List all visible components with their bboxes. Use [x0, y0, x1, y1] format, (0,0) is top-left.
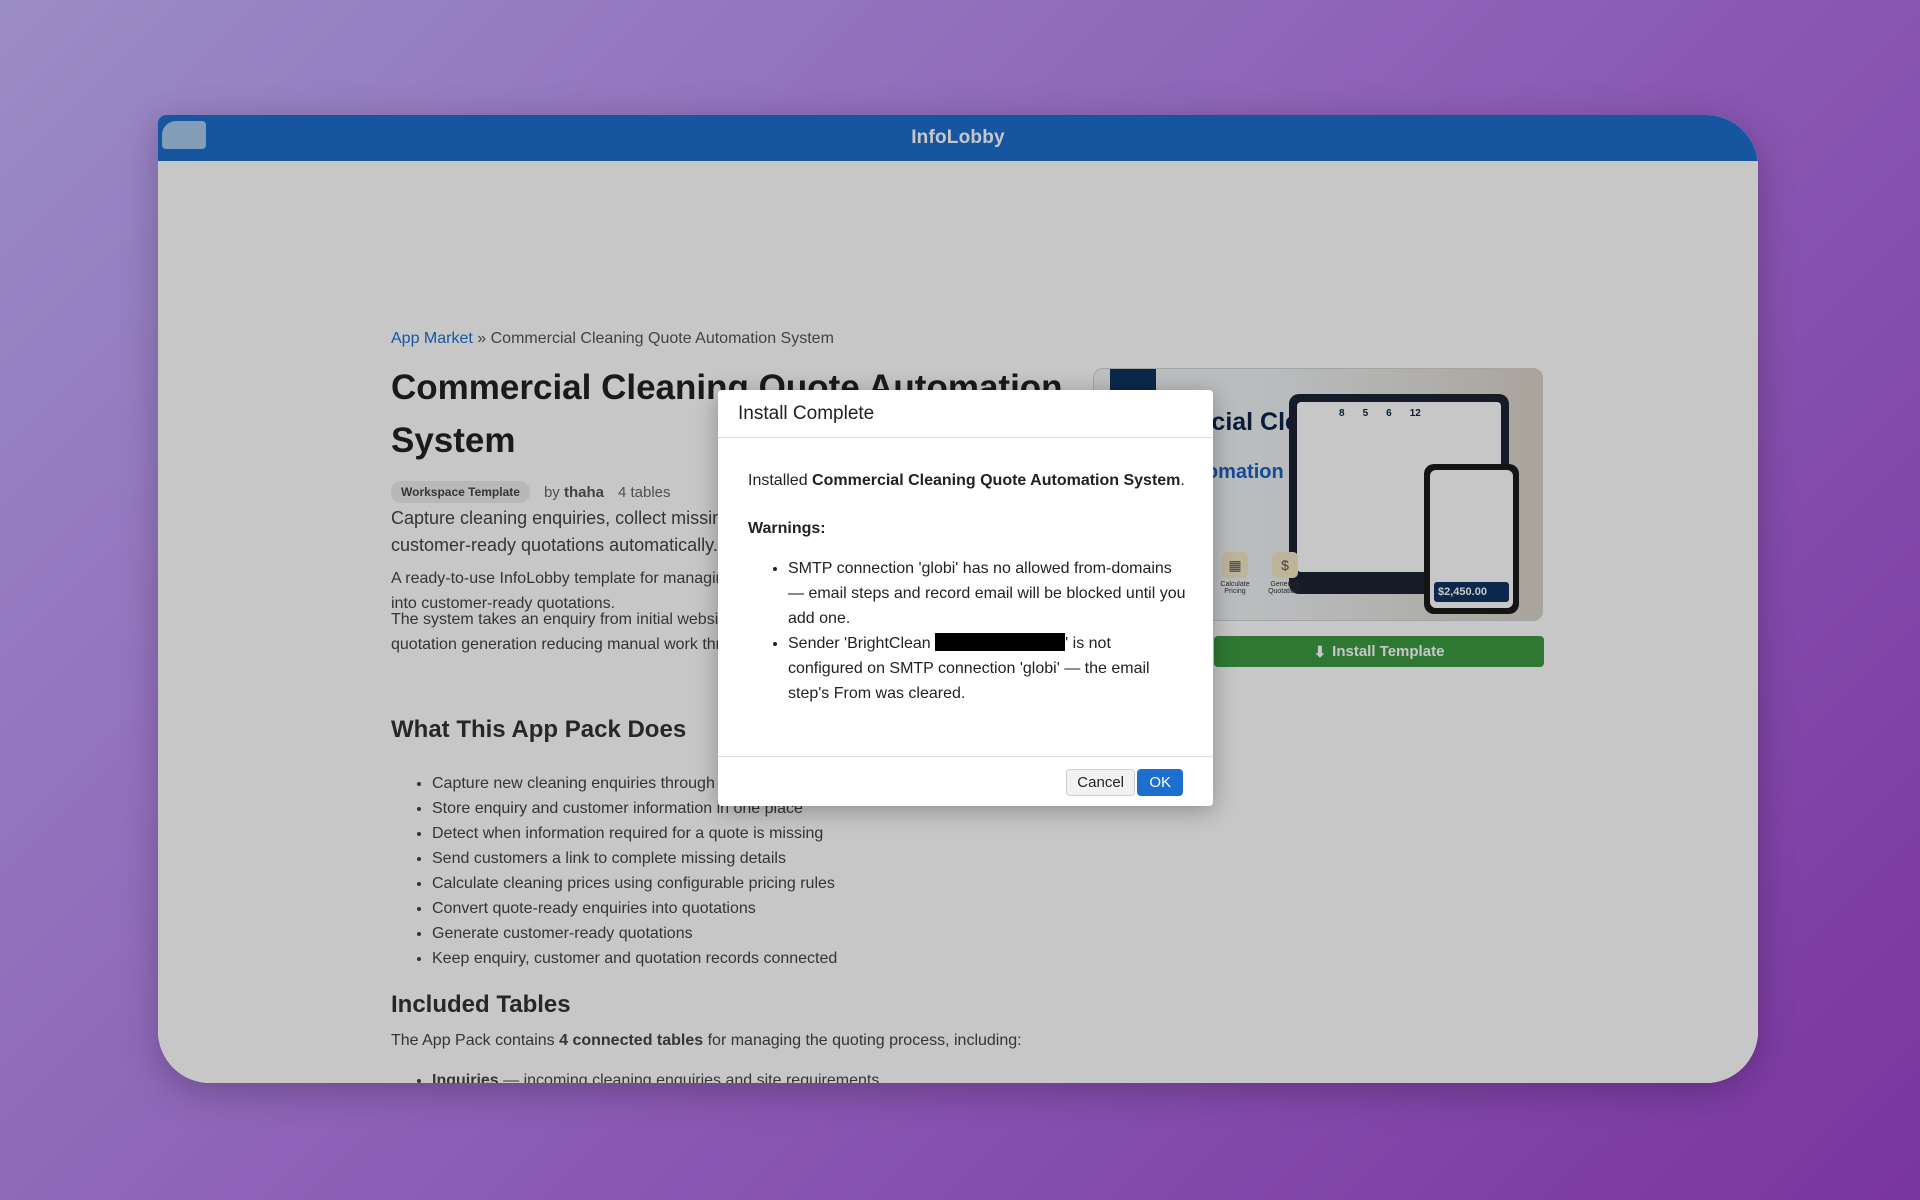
install-complete-dialog: Install Complete Installed Commercial Cl…: [718, 390, 1213, 806]
dialog-footer: Cancel OK: [718, 756, 1213, 806]
dialog-header: Install Complete: [718, 390, 1213, 438]
redacted-block: [935, 633, 1066, 651]
dialog-body: Installed Commercial Cleaning Quote Auto…: [748, 470, 1188, 706]
ok-button[interactable]: OK: [1137, 769, 1183, 796]
installed-prefix: Installed: [748, 472, 808, 489]
dialog-title: Install Complete: [738, 402, 875, 424]
installed-template-name: Commercial Cleaning Quote Automation Sys…: [812, 472, 1181, 489]
warning-item: SMTP connection 'globi' has no allowed f…: [788, 556, 1188, 631]
installed-suffix: .: [1180, 472, 1185, 489]
warnings-list: SMTP connection 'globi' has no allowed f…: [748, 556, 1188, 706]
warnings-heading: Warnings:: [748, 520, 826, 537]
warning-item: Sender 'BrightClean ' is not configured …: [788, 631, 1188, 706]
cancel-button[interactable]: Cancel: [1066, 769, 1135, 796]
warning-text-pre: Sender 'BrightClean: [788, 635, 931, 652]
app-window: InfoLobby App Market » Commercial Cleani…: [158, 115, 1758, 1083]
installed-message: Installed Commercial Cleaning Quote Auto…: [748, 470, 1188, 492]
